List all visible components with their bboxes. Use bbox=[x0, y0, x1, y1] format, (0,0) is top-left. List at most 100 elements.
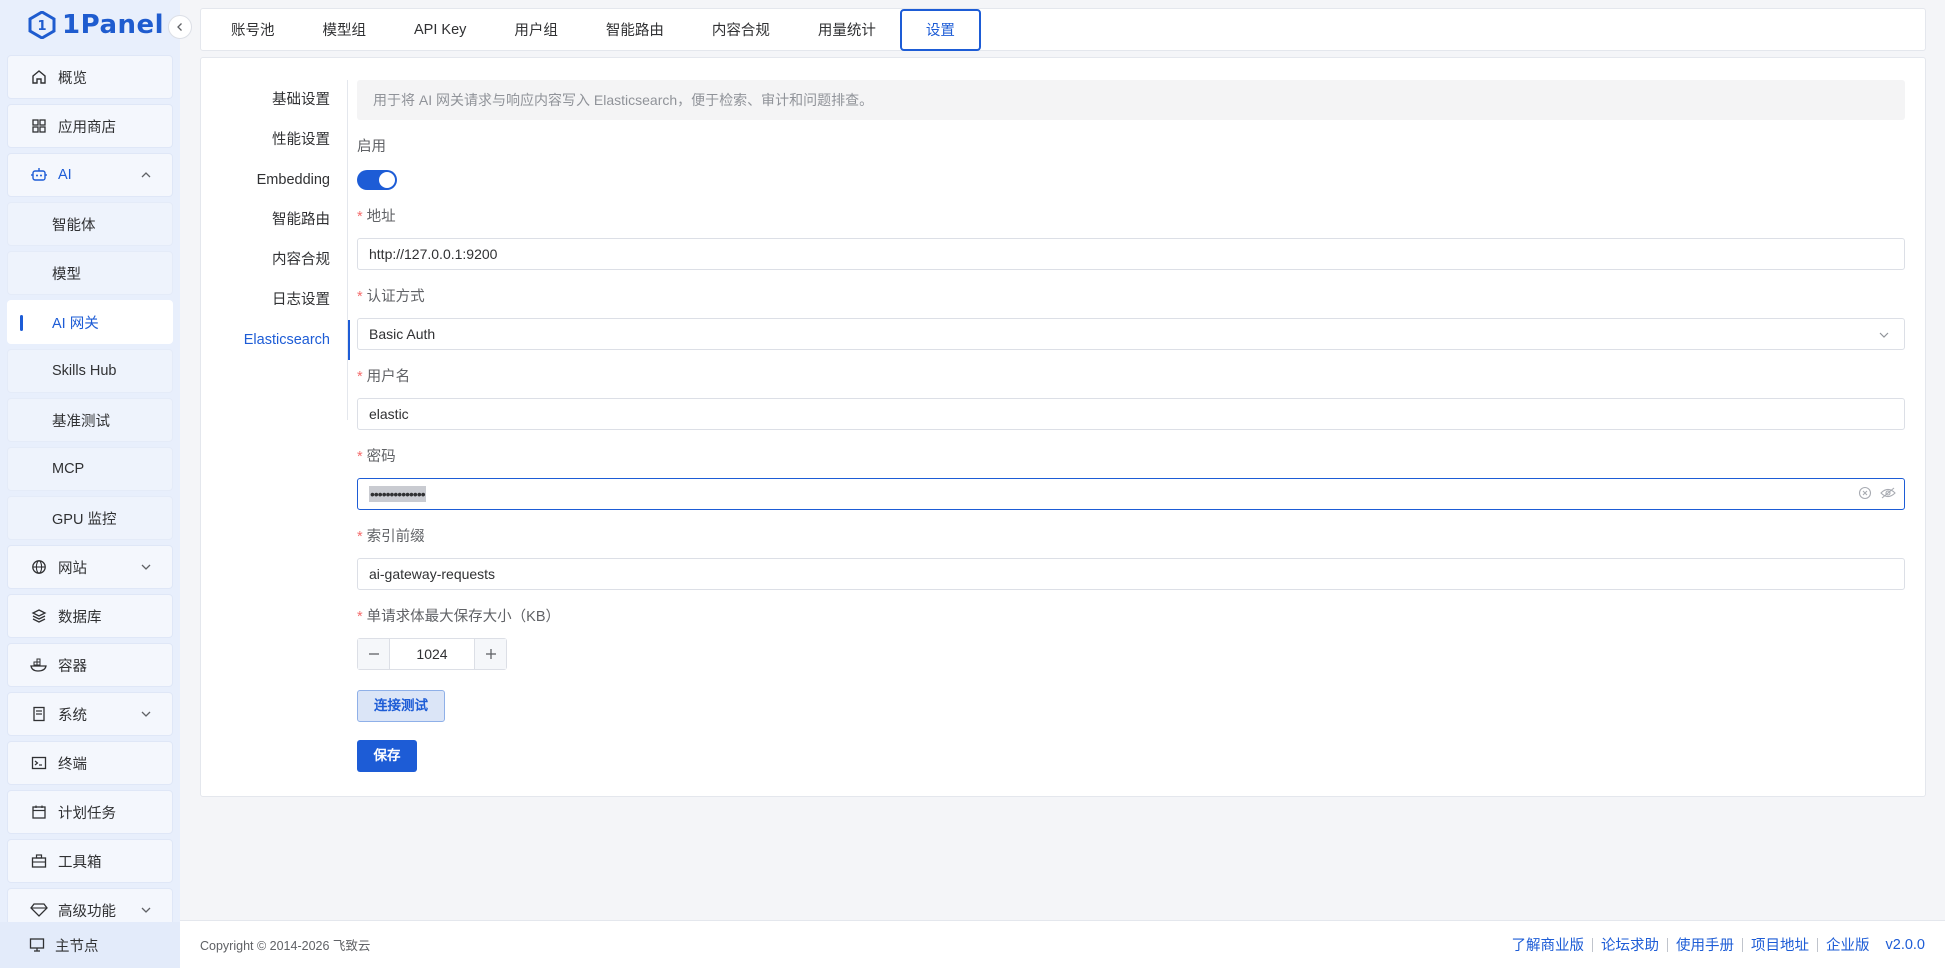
settings-nav-logging[interactable]: 日志设置 bbox=[201, 280, 348, 320]
sidebar-item-terminal[interactable]: 终端 bbox=[7, 741, 173, 785]
username-input[interactable]: elastic bbox=[357, 398, 1905, 430]
sidebar-item-mcp[interactable]: MCP bbox=[7, 447, 173, 491]
sidebar-item-system[interactable]: 系统 bbox=[7, 692, 173, 736]
password-label: * 密码 bbox=[357, 446, 1905, 468]
required-mark: * bbox=[357, 369, 363, 385]
sidebar-item-databases[interactable]: 数据库 bbox=[7, 594, 173, 638]
gateway-tabs: 账号池 模型组 API Key 用户组 智能路由 内容合规 用量统计 设置 bbox=[200, 8, 1926, 51]
sidebar-item-label: 终端 bbox=[58, 756, 87, 773]
sidebar-item-label: AI 网关 bbox=[52, 315, 99, 332]
tab-settings[interactable]: 设置 bbox=[899, 8, 981, 51]
settings-nav-elasticsearch[interactable]: Elasticsearch bbox=[201, 320, 350, 360]
info-notice: 用于将 AI 网关请求与响应内容写入 Elasticsearch，便于检索、审计… bbox=[357, 80, 1905, 120]
layers-icon bbox=[30, 607, 48, 625]
auth-select[interactable]: Basic Auth bbox=[357, 318, 1905, 350]
chevron-up-icon bbox=[141, 172, 151, 178]
sidebar-item-label: AI bbox=[58, 167, 72, 183]
link-manual[interactable]: 使用手册 bbox=[1668, 934, 1742, 955]
increment-button[interactable] bbox=[474, 639, 506, 669]
sidebar-item-app-store[interactable]: 应用商店 bbox=[7, 104, 173, 148]
sidebar-item-label: 数据库 bbox=[58, 609, 102, 626]
settings-nav-embedding[interactable]: Embedding bbox=[201, 160, 348, 200]
required-mark: * bbox=[357, 449, 363, 465]
sidebar-item-label: 系统 bbox=[58, 707, 87, 724]
save-button[interactable]: 保存 bbox=[357, 740, 417, 772]
settings-panel: 基础设置 性能设置 Embedding 智能路由 内容合规 日志设置 Elast… bbox=[200, 57, 1926, 797]
collapse-sidebar-button[interactable] bbox=[168, 15, 192, 39]
password-label-text: 密码 bbox=[366, 449, 396, 465]
tab-user-groups[interactable]: 用户组 bbox=[490, 10, 582, 50]
max-body-size-value[interactable]: 1024 bbox=[390, 639, 474, 669]
index-prefix-input[interactable]: ai-gateway-requests bbox=[357, 558, 1905, 590]
clear-icon[interactable] bbox=[1858, 486, 1872, 500]
auth-label: * 认证方式 bbox=[357, 286, 1905, 308]
elasticsearch-form: 用于将 AI 网关请求与响应内容写入 Elasticsearch，便于检索、审计… bbox=[357, 80, 1905, 772]
sidebar-item-ai[interactable]: AI bbox=[7, 153, 173, 197]
sidebar-item-label: 网站 bbox=[58, 560, 87, 577]
enable-switch[interactable] bbox=[357, 170, 397, 190]
test-connection-button[interactable]: 连接测试 bbox=[357, 690, 445, 722]
logo[interactable]: 1 1Panel bbox=[28, 8, 164, 42]
settings-nav-compliance[interactable]: 内容合规 bbox=[201, 240, 348, 280]
sidebar-item-toolbox[interactable]: 工具箱 bbox=[7, 839, 173, 883]
settings-nav-performance[interactable]: 性能设置 bbox=[201, 120, 348, 160]
toolbox-icon bbox=[30, 852, 48, 870]
eye-off-icon[interactable] bbox=[1880, 486, 1896, 500]
settings-nav-basic[interactable]: 基础设置 bbox=[201, 80, 348, 120]
link-forum[interactable]: 论坛求助 bbox=[1593, 934, 1667, 955]
tab-smart-routing[interactable]: 智能路由 bbox=[582, 10, 688, 50]
sidebar-item-agents[interactable]: 智能体 bbox=[7, 202, 173, 246]
sidebar-menu: 概览 应用商店 AI 智能体 模型 AI 网关 Skills Hub 基准测试 … bbox=[7, 55, 173, 937]
sidebar-item-containers[interactable]: 容器 bbox=[7, 643, 173, 687]
grid-icon bbox=[30, 117, 48, 135]
svg-text:1: 1 bbox=[37, 19, 46, 34]
tab-content-compliance[interactable]: 内容合规 bbox=[688, 10, 794, 50]
address-input[interactable]: http://127.0.0.1:9200 bbox=[357, 238, 1905, 270]
sidebar-item-label: 容器 bbox=[58, 658, 87, 675]
sidebar-item-label: 高级功能 bbox=[58, 903, 116, 920]
calendar-icon bbox=[30, 803, 48, 821]
footer: Copyright © 2014-2026 飞致云 了解商业版 论坛求助 使用手… bbox=[180, 920, 1945, 968]
tab-usage-stats[interactable]: 用量统计 bbox=[794, 10, 900, 50]
password-actions bbox=[1858, 486, 1896, 500]
logo-icon: 1 bbox=[28, 11, 56, 39]
required-mark: * bbox=[357, 529, 363, 545]
address-label-text: 地址 bbox=[366, 209, 396, 225]
required-mark: * bbox=[357, 609, 363, 625]
tab-model-groups[interactable]: 模型组 bbox=[299, 10, 391, 50]
username-label: * 用户名 bbox=[357, 366, 1905, 388]
diamond-icon bbox=[30, 901, 48, 919]
globe-icon bbox=[30, 558, 48, 576]
node-label: 主节点 bbox=[55, 938, 99, 955]
decrement-button[interactable] bbox=[358, 639, 390, 669]
link-commercial[interactable]: 了解商业版 bbox=[1504, 934, 1593, 955]
sidebar-item-label: GPU 监控 bbox=[52, 511, 117, 528]
sidebar-item-websites[interactable]: 网站 bbox=[7, 545, 173, 589]
version-badge: v2.0.0 bbox=[1885, 936, 1926, 953]
node-switcher[interactable]: 主节点 bbox=[0, 922, 180, 968]
tab-account-pool[interactable]: 账号池 bbox=[207, 10, 299, 50]
sidebar-item-gpu-monitor[interactable]: GPU 监控 bbox=[7, 496, 173, 540]
sidebar-item-label: Skills Hub bbox=[52, 363, 117, 379]
password-input[interactable]: •••••••••••••• bbox=[357, 478, 1905, 510]
index-prefix-label-text: 索引前缀 bbox=[366, 529, 425, 545]
link-enterprise[interactable]: 企业版 bbox=[1818, 934, 1878, 955]
footer-links: 了解商业版 论坛求助 使用手册 项目地址 企业版 v2.0.0 bbox=[1504, 934, 1926, 955]
link-project[interactable]: 项目地址 bbox=[1743, 934, 1817, 955]
sidebar-item-benchmark[interactable]: 基准测试 bbox=[7, 398, 173, 442]
sidebar: 1 1Panel 概览 应用商店 AI 智能体 模型 AI 网关 Skills … bbox=[0, 0, 180, 968]
settings-nav-smart-routing[interactable]: 智能路由 bbox=[201, 200, 348, 240]
sidebar-item-label: 模型 bbox=[52, 266, 81, 283]
sidebar-item-overview[interactable]: 概览 bbox=[7, 55, 173, 99]
max-body-size-label: * 单请求体最大保存大小（KB） bbox=[357, 606, 1905, 628]
chevron-down-icon bbox=[141, 711, 151, 717]
sidebar-item-models[interactable]: 模型 bbox=[7, 251, 173, 295]
tab-api-key[interactable]: API Key bbox=[390, 10, 490, 50]
container-icon bbox=[30, 656, 48, 674]
copyright: Copyright © 2014-2026 飞致云 bbox=[200, 939, 371, 953]
index-prefix-label: * 索引前缀 bbox=[357, 526, 1905, 548]
sidebar-item-skills-hub[interactable]: Skills Hub bbox=[7, 349, 173, 393]
sidebar-item-cron-jobs[interactable]: 计划任务 bbox=[7, 790, 173, 834]
sidebar-item-ai-gateway[interactable]: AI 网关 bbox=[7, 300, 173, 344]
sidebar-item-label: 基准测试 bbox=[52, 413, 110, 430]
